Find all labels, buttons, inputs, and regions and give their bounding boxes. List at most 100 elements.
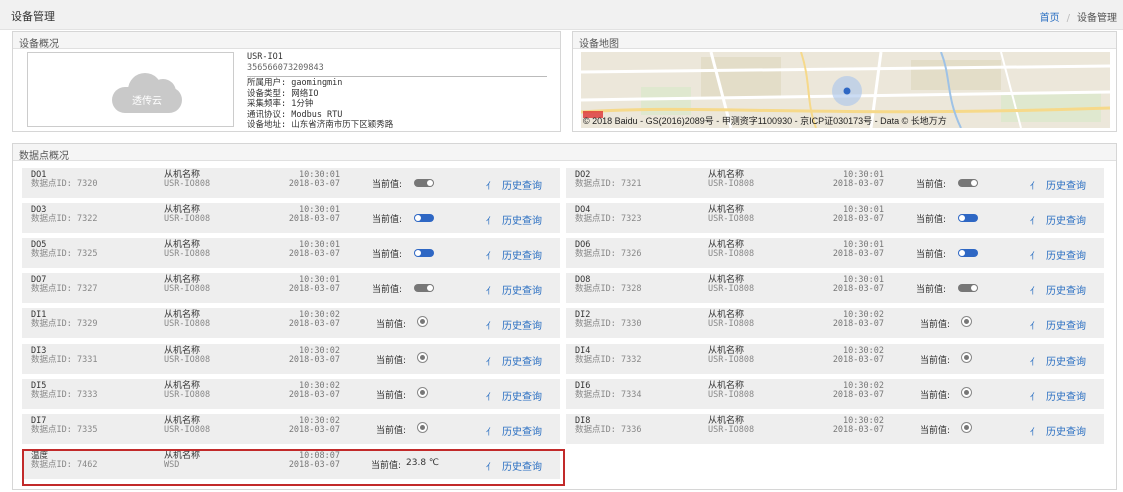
timestamp-block: 10:30:02 2018-03-07	[258, 311, 340, 329]
datapoint-id: 数据点ID: 7336	[575, 425, 642, 435]
device-overview-heading: 设备概况	[13, 32, 560, 50]
datapoint-name-block: DI2 数据点ID: 7330	[575, 311, 641, 329]
device-map-heading: 设备地图	[573, 32, 1116, 50]
slave-block: 从机名称 USR-IO808	[164, 171, 210, 189]
datapoint-row: DO5 数据点ID: 7325 从机名称 USR-IO808 10:30:01 …	[22, 238, 560, 268]
datapoint-name-block: DO4 数据点ID: 7323	[575, 206, 641, 224]
timestamp-block: 10:30:01 2018-03-07	[258, 206, 340, 224]
datapoint-row: DO4 数据点ID: 7323 从机名称 USR-IO808 10:30:01 …	[566, 203, 1104, 233]
history-query-link[interactable]: ⺅历史查询	[486, 212, 542, 227]
current-value-label: 当前值:	[372, 250, 403, 260]
history-query-link[interactable]: ⺅历史查询	[486, 317, 542, 332]
timestamp-date: 2018-03-07	[288, 179, 340, 189]
timestamp-block: 10:30:02 2018-03-07	[802, 347, 884, 365]
input-status-indicator	[961, 352, 972, 363]
history-query-link[interactable]: ⺅历史查询	[1030, 388, 1086, 403]
datapoint-row: DO6 数据点ID: 7326 从机名称 USR-IO808 10:30:01 …	[566, 238, 1104, 268]
slave-name: USR-IO808	[164, 179, 211, 189]
timestamp-block: 10:30:01 2018-03-07	[802, 241, 884, 259]
datapoint-name-block: DI8 数据点ID: 7336	[575, 417, 641, 435]
divider	[247, 76, 547, 77]
trend-line-icon: ⺅	[1030, 217, 1040, 227]
history-query-link[interactable]: ⺅历史查询	[1030, 353, 1086, 368]
device-owner: 所属用户: gaomingmin	[247, 78, 343, 88]
history-query-label: 历史查询	[1046, 286, 1087, 297]
timestamp-block: 10:30:02 2018-03-07	[802, 417, 884, 435]
history-query-label: 历史查询	[1046, 251, 1087, 262]
trend-line-icon: ⺅	[486, 287, 496, 297]
history-query-label: 历史查询	[1046, 357, 1087, 368]
top-bar: 设备管理 首页 / 设备管理	[0, 0, 1123, 30]
history-query-label: 历史查询	[1046, 216, 1087, 227]
history-query-label: 历史查询	[502, 427, 543, 438]
trend-line-icon: ⺅	[1030, 182, 1040, 192]
history-query-link[interactable]: ⺅历史查询	[486, 353, 542, 368]
slave-name: USR-IO808	[164, 284, 211, 294]
datapoint-id: 数据点ID: 7321	[575, 179, 642, 189]
switch-toggle[interactable]	[958, 284, 978, 292]
switch-toggle[interactable]	[414, 214, 434, 222]
device-name: USR-IO1	[247, 52, 283, 62]
slave-name: USR-IO808	[708, 425, 755, 435]
highlight-box	[22, 449, 565, 486]
switch-toggle[interactable]	[958, 214, 978, 222]
current-value-label: 当前值:	[916, 215, 947, 225]
datapoint-id: 数据点ID: 7322	[31, 214, 98, 224]
datapoint-id: 数据点ID: 7335	[31, 425, 98, 435]
history-query-link[interactable]: ⺅历史查询	[486, 247, 542, 262]
input-status-indicator	[961, 422, 972, 433]
device-address: 设备地址: 山东省济南市历下区颖秀路	[247, 120, 394, 130]
timestamp-date: 2018-03-07	[288, 425, 340, 435]
timestamp-date: 2018-03-07	[832, 214, 884, 224]
timestamp-date: 2018-03-07	[832, 390, 884, 400]
page-title: 设备管理	[11, 10, 55, 23]
history-query-link[interactable]: ⺅历史查询	[486, 282, 542, 297]
device-info: USR-IO1 356566073209843 所属用户: gaomingmin…	[247, 52, 547, 131]
breadcrumb-home-link[interactable]: 首页	[1040, 13, 1060, 24]
history-query-link[interactable]: ⺅历史查询	[1030, 282, 1086, 297]
slave-name: USR-IO808	[708, 179, 755, 189]
input-status-indicator	[417, 387, 428, 398]
history-query-link[interactable]: ⺅历史查询	[1030, 423, 1086, 438]
switch-toggle[interactable]	[958, 179, 978, 187]
device-serial: 356566073209843	[247, 62, 324, 73]
slave-name: USR-IO808	[708, 355, 755, 365]
switch-toggle[interactable]	[414, 284, 434, 292]
cloud-icon: 透传云	[112, 71, 182, 113]
datapoint-id: 数据点ID: 7332	[575, 355, 642, 365]
history-query-label: 历史查询	[502, 321, 543, 332]
current-value-label: 当前值:	[916, 180, 947, 190]
switch-toggle[interactable]	[414, 249, 434, 257]
device-map[interactable]: © 2018 Baidu - GS(2016)2089号 - 甲测资字11009…	[581, 52, 1110, 128]
device-image: 透传云	[27, 52, 234, 127]
slave-block: 从机名称 USR-IO808	[708, 347, 754, 365]
history-query-link[interactable]: ⺅历史查询	[1030, 247, 1086, 262]
timestamp-block: 10:30:01 2018-03-07	[802, 276, 884, 294]
current-value-label: 当前值:	[916, 285, 947, 295]
datapoint-row: DI5 数据点ID: 7333 从机名称 USR-IO808 10:30:02 …	[22, 379, 560, 409]
datapoint-name-block: DI6 数据点ID: 7334	[575, 382, 641, 400]
history-query-link[interactable]: ⺅历史查询	[1030, 317, 1086, 332]
timestamp-date: 2018-03-07	[832, 284, 884, 294]
slave-block: 从机名称 USR-IO808	[164, 276, 210, 294]
switch-toggle[interactable]	[958, 249, 978, 257]
switch-toggle[interactable]	[414, 179, 434, 187]
datapoint-id: 数据点ID: 7331	[31, 355, 98, 365]
slave-block: 从机名称 USR-IO808	[708, 241, 754, 259]
datapoint-name-block: DI1 数据点ID: 7329	[31, 311, 97, 329]
trend-line-icon: ⺅	[1030, 393, 1040, 403]
timestamp-block: 10:30:01 2018-03-07	[258, 241, 340, 259]
device-type: 设备类型: 网络IO	[247, 88, 319, 99]
map-copyright: © 2018 Baidu - GS(2016)2089号 - 甲测资字11009…	[583, 116, 947, 126]
slave-block: 从机名称 USR-IO808	[164, 206, 210, 224]
history-query-link[interactable]: ⺅历史查询	[486, 388, 542, 403]
timestamp-date: 2018-03-07	[832, 355, 884, 365]
datapoints-heading: 数据点概况	[13, 144, 1116, 162]
history-query-link[interactable]: ⺅历史查询	[1030, 212, 1086, 227]
timestamp-date: 2018-03-07	[288, 319, 340, 329]
history-query-link[interactable]: ⺅历史查询	[486, 177, 542, 192]
current-value-label: 当前值:	[920, 426, 951, 436]
history-query-link[interactable]: ⺅历史查询	[1030, 177, 1086, 192]
datapoint-id: 数据点ID: 7328	[575, 284, 642, 294]
history-query-link[interactable]: ⺅历史查询	[486, 423, 542, 438]
